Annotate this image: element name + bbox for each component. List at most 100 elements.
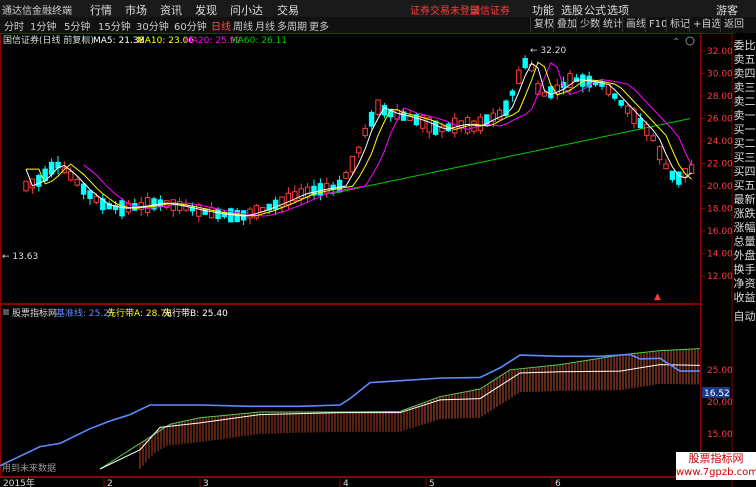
x-axis-year: 2015年 [3,477,35,487]
x-axis-month: 3 [203,479,209,487]
period-weekly[interactable]: 周线 [233,18,253,33]
main-y-tick: 24.00 [707,137,733,147]
menu-guest[interactable]: 游客 [716,2,738,18]
x-axis-month: 4 [343,479,349,487]
settings-circle-icon[interactable] [685,36,695,46]
candle-body [477,116,484,132]
indicator-y-tick: 15.00 [707,430,733,440]
main-y-tick: 18.00 [707,205,733,215]
ma-toggle-icon[interactable] [84,36,90,42]
ma60-line [329,118,691,195]
menu-formula[interactable]: 公式 [584,2,606,18]
candle-body [29,178,36,189]
candle-body [196,204,202,217]
ichimoku-cloud [139,348,699,469]
sidebar-auto[interactable]: 自动 [733,308,756,324]
low-price-label: ← 13.63 [2,252,38,262]
menu-stock-pick[interactable]: 选股 [561,2,583,18]
candle-body [36,175,42,187]
menu-item-ask[interactable]: 问小达 [230,2,263,18]
period-30min[interactable]: 30分钟 [136,18,169,33]
candle-body [247,208,253,219]
x-axis-month: 6 [555,479,561,487]
period-tick[interactable]: 分时 [4,18,24,33]
watermark-logo: 股票指标网 www.7gpzb.com [676,452,756,480]
menu-options[interactable]: 选项 [607,2,629,18]
future-data-note: 用到未来数据 [2,462,56,474]
candle-body [548,86,554,99]
candle-body [637,118,644,129]
chart-canvas[interactable]: 国信证券(日线 前复权) MA5: 21.38 MA10: 23.06 MA20… [0,33,756,487]
main-y-tick: 22.00 [707,160,733,170]
candle-body [663,163,669,170]
period-60min[interactable]: 60分钟 [174,18,207,33]
back-button[interactable]: 返回 [720,17,747,32]
candle-body [87,190,93,199]
menu-function[interactable]: 功能 [532,2,554,18]
candle-body [208,207,215,219]
app-title: 通达信金融终端 [2,6,72,17]
menu-item-market[interactable]: 市场 [125,2,147,18]
event-marker-icon[interactable]: ▲ [654,292,661,302]
candle-body [612,93,618,99]
menu-item-news[interactable]: 资讯 [160,2,182,18]
candle-body [624,105,631,114]
watermark-title: 股票指标网 [688,452,744,465]
high-price-label: ← 32.20 [530,46,566,56]
indicator-toggle-icon[interactable] [3,309,9,315]
candle-body [349,156,356,173]
candle-body [509,90,516,96]
candle-body [215,208,221,220]
period-monthly[interactable]: 月线 [255,18,275,33]
candle-body [93,195,100,204]
ma60-label: MA60: 26.11 [230,36,287,46]
main-y-tick: 32.00 [707,47,733,57]
main-y-tick: 28.00 [707,92,733,102]
period-1min[interactable]: 1分钟 [30,18,56,33]
watermark-url: www.7gpzb.com [676,467,756,478]
candle-body [522,58,528,69]
main-y-tick: 30.00 [707,70,733,80]
x-axis-months: 2 3 4 5 6 [103,477,561,487]
indicator-y-tick: 20.00 [707,398,733,408]
candlestick-series [23,55,695,226]
candle-body [618,100,624,106]
main-y-tick: 14.00 [707,250,733,260]
candle-body [74,179,80,186]
leading-span-b-label: 先行带B: 25.40 [163,307,228,319]
candle-body [144,197,151,213]
candle-body [368,111,375,127]
candle-body [656,146,663,161]
period-15min[interactable]: 15分钟 [98,18,131,33]
candle-body [23,180,29,192]
menu-item-quotes[interactable]: 行情 [90,2,112,18]
candle-body [375,99,381,115]
main-y-tick: 20.00 [707,182,733,192]
menu-item-discover[interactable]: 发现 [195,2,217,18]
candle-body [644,123,650,136]
candle-body [516,69,522,85]
candle-body [80,183,87,195]
candle-body [362,127,368,137]
period-toolbar: 分时 1分钟 5分钟 15分钟 30分钟 60分钟 日线 周线 月线 多周期 更… [0,17,756,34]
title-bar: 通达信金融终端 行情 市场 资讯 发现 问小达 交易 证券交易未登录 国信证券 … [0,0,756,18]
main-y-axis: 32.00 30.00 28.00 26.00 24.00 22.00 20.00 18.00… [701,47,733,282]
candle-body [432,120,439,135]
candle-body [343,172,349,179]
candle-body [285,192,292,206]
candle-body [669,170,676,180]
collapse-icon[interactable]: ⌃ [672,37,680,48]
x-axis-month: 2 [107,479,113,487]
candle-body [650,135,656,142]
period-daily[interactable]: 日线 [211,18,231,33]
indicator-name: 股票指标网 [12,307,57,319]
sidebar-item-17[interactable]: 收益 [733,289,756,305]
period-more[interactable]: 更多 [309,18,329,33]
period-multi[interactable]: 多周期 [277,18,307,33]
menu-item-trade[interactable]: 交易 [277,2,299,18]
candle-body [317,183,324,196]
quote-sidebar: 委比 卖五 卖四 卖三 卖二 卖一 买一 买二 买三 买四 买五 最新 涨跌 涨幅 总量 外盘 换手 净资 收益 … [733,33,756,487]
period-5min[interactable]: 5分钟 [64,18,90,33]
candle-body [541,92,548,97]
main-y-tick: 26.00 [707,115,733,125]
